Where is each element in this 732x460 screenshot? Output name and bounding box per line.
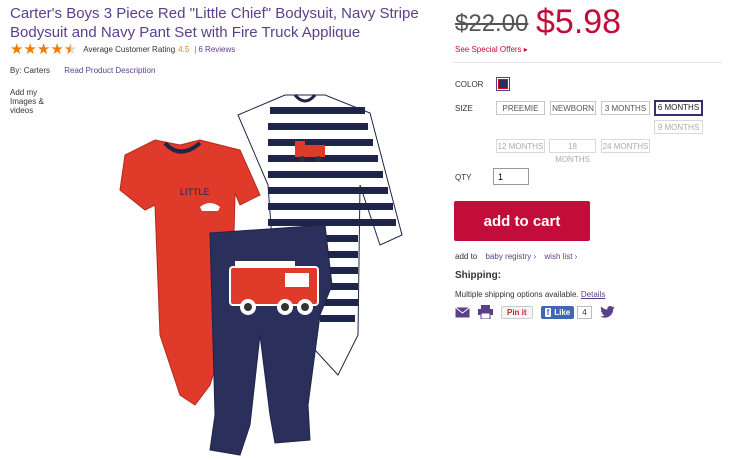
pin-it-button[interactable]: Pin it <box>501 305 533 319</box>
divider <box>452 62 722 63</box>
baby-registry-link[interactable]: baby registry › <box>485 252 536 261</box>
star-icon: ★ <box>10 41 24 58</box>
add-images-link[interactable]: Add my Images & videos <box>10 88 50 115</box>
share-row: Pin it f Like 4 <box>455 305 623 319</box>
print-icon[interactable] <box>478 305 493 319</box>
shipping-text-row: Multiple shipping options available. Det… <box>455 290 605 299</box>
svg-text:LITTLE: LITTLE <box>180 187 210 197</box>
twitter-icon[interactable] <box>600 306 615 318</box>
qty-label: QTY <box>455 173 472 182</box>
facebook-like[interactable]: f Like 4 <box>540 305 592 319</box>
rating-value: 4.5 <box>178 45 190 54</box>
size-option[interactable]: 24 MONTHS <box>601 139 650 153</box>
brand-label: By: Carters <box>10 66 51 75</box>
color-label: COLOR <box>455 80 484 89</box>
facebook-icon: f <box>544 307 552 317</box>
star-icon: ★ <box>50 41 64 58</box>
size-option[interactable]: 18 MONTHS <box>549 139 596 164</box>
sale-price: $5.98 <box>536 3 622 41</box>
star-icon: ★ <box>36 41 51 58</box>
product-image: LITTLE <box>119 93 403 456</box>
size-option[interactable]: 3 MONTHS <box>601 101 650 115</box>
navy-pants <box>209 224 333 456</box>
shipping-text: Multiple shipping options available. <box>455 290 579 299</box>
rating-separator: | <box>194 45 197 54</box>
fb-like-label: Like <box>554 307 571 317</box>
shipping-details-link[interactable]: Details <box>581 290 605 299</box>
size-option[interactable]: 9 MONTHS <box>654 120 703 134</box>
shipping-heading: Shipping: <box>455 270 502 281</box>
special-offers-link[interactable]: See Special Offers ▸ <box>455 45 528 54</box>
wish-list-link[interactable]: wish list › <box>544 252 577 261</box>
size-option[interactable]: 12 MONTHS <box>496 139 545 153</box>
reviews-link[interactable]: 6 Reviews <box>198 45 235 54</box>
product-title: Carter's Boys 3 Piece Red "Little Chief"… <box>10 5 419 41</box>
read-description-link[interactable]: Read Product Description <box>64 66 155 75</box>
size-option[interactable]: NEWBORN <box>550 101 596 115</box>
brand-row: By: Carters Read Product Description <box>10 66 155 75</box>
size-option[interactable]: PREEMIE <box>496 101 545 115</box>
star-icon: ★ <box>23 41 37 58</box>
star-rating: ★ ★ ★ ★ ★ <box>10 42 77 57</box>
original-price: $22.00 <box>455 10 529 37</box>
rating-row: ★ ★ ★ ★ ★ Average Customer Rating 4.5 | … <box>10 42 235 57</box>
quantity-input[interactable] <box>493 168 529 185</box>
size-option-selected[interactable]: 6 MONTHS <box>654 100 703 116</box>
add-to-cart-button[interactable]: add to cart <box>454 201 590 241</box>
half-star-icon: ★ <box>63 41 78 58</box>
facebook-like-button[interactable]: f Like <box>540 305 575 319</box>
add-to-label: add to <box>455 252 478 261</box>
navy-swatch-icon <box>498 79 508 89</box>
color-swatch[interactable] <box>496 77 510 91</box>
email-icon[interactable] <box>455 306 470 318</box>
rating-label: Average Customer Rating <box>83 45 176 54</box>
pinterest-icon[interactable]: Pin it <box>501 305 533 319</box>
add-to-row: add to baby registry › wish list › <box>455 252 577 261</box>
size-label: SIZE <box>455 104 473 113</box>
fb-like-count: 4 <box>577 305 592 319</box>
